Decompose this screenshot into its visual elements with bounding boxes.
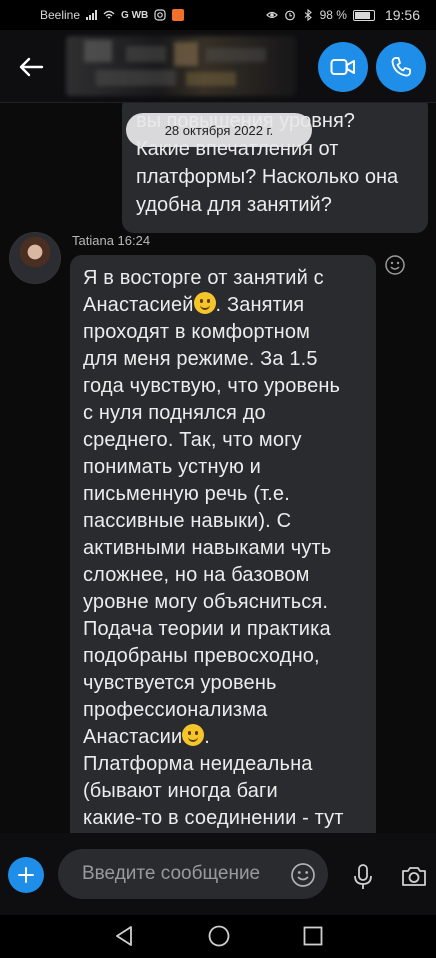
message-line: (бывают иногда баги: [83, 780, 278, 802]
message-line: года чувствую, что уровень: [83, 375, 341, 397]
chat-header: [0, 30, 436, 103]
message-line: Платформа неидеальна: [83, 753, 313, 775]
battery-percent: 98 %: [319, 8, 347, 22]
camera-icon[interactable]: [400, 864, 428, 888]
message-line: Анастасии.: [83, 724, 364, 751]
message-line: среднего. Так, что могу: [83, 429, 302, 451]
status-right: 98 % 19:56: [265, 7, 420, 23]
message-text: .: [204, 726, 210, 748]
message-line: удобна для занятий?: [136, 194, 332, 216]
message-line: понимать устную и: [83, 456, 261, 478]
message-line: подобраны превосходно,: [83, 645, 320, 667]
nav-home-icon[interactable]: [207, 924, 231, 948]
status-bar: Beeline G WB 98 % 19:56: [0, 0, 436, 30]
wifi-icon: [103, 10, 115, 19]
message-line: пассивные навыки). С: [83, 510, 292, 532]
voice-call-button[interactable]: [376, 42, 426, 92]
app-notification-icon: [172, 9, 185, 21]
message-input[interactable]: Введите сообщение: [58, 849, 328, 899]
message-text: Анастасии: [83, 726, 183, 748]
nav-back-icon[interactable]: [113, 924, 135, 948]
clock: 19:56: [384, 7, 420, 23]
message-input-placeholder: Введите сообщение: [82, 863, 261, 884]
system-navigation-bar: [0, 915, 436, 958]
video-call-button[interactable]: [318, 42, 368, 92]
sender-name: Tatiana: [72, 233, 114, 248]
message-line: проходят в комфортном: [83, 321, 311, 343]
eye-icon: [265, 11, 278, 19]
message-list[interactable]: вы повышения уровня? Какие впечатления о…: [0, 103, 436, 833]
phone-icon: [391, 57, 411, 77]
plus-icon: [18, 867, 34, 883]
message-time: 16:24: [117, 233, 151, 248]
video-call-icon: [330, 59, 355, 75]
message-line: Я в восторге от занятий с: [83, 267, 324, 289]
alarm-icon: [284, 10, 295, 21]
message-line: платформы? Насколько она: [136, 166, 399, 188]
message-meta: Tatiana 16:24: [72, 233, 150, 248]
message-line: какие-то в соединении - тут: [83, 807, 344, 829]
date-separator: 28 октября 2022 г.: [126, 113, 312, 147]
bluetooth-icon: [304, 9, 312, 21]
message-text: . Занятия: [215, 294, 305, 316]
message-line: профессионализма: [83, 699, 268, 721]
smile-emoji-icon: [193, 292, 216, 314]
battery-icon: [352, 9, 375, 21]
message-line: сложнее, но на базовом: [83, 564, 310, 586]
incoming-message-bubble[interactable]: Я в восторге от занятий с Анастасией . За…: [70, 255, 376, 833]
microphone-icon[interactable]: [352, 863, 374, 891]
emoji-icon[interactable]: [290, 862, 316, 888]
message-line: чувствуется уровень: [83, 672, 277, 694]
contact-name-blurred[interactable]: [66, 36, 296, 96]
smile-emoji-icon: [182, 724, 205, 746]
status-left: Beeline G WB: [40, 8, 185, 22]
avatar[interactable]: [9, 232, 61, 284]
message-composer: Введите сообщение: [0, 833, 436, 915]
message-line: с нуля поднялся до: [83, 402, 266, 424]
message-line: уровне могу объясниться.: [83, 591, 329, 613]
message-line: активными навыками чуть: [83, 537, 332, 559]
message-line: письменную речь (т.е.: [83, 483, 290, 505]
nav-recents-icon[interactable]: [302, 925, 324, 947]
add-attachment-button[interactable]: [8, 857, 44, 893]
instagram-icon: [154, 9, 166, 21]
message-line: Анастасией . Занятия: [83, 292, 364, 319]
message-line: Подача теории и практика: [83, 618, 331, 640]
message-text: Анастасией: [83, 294, 194, 316]
back-arrow-icon[interactable]: [16, 52, 46, 82]
message-line: для меня режиме. За 1.5: [83, 348, 318, 370]
network-badges: G WB: [121, 9, 149, 21]
carrier-name: Beeline: [40, 8, 81, 22]
add-reaction-icon[interactable]: [384, 254, 406, 276]
signal-icon: [86, 10, 98, 20]
